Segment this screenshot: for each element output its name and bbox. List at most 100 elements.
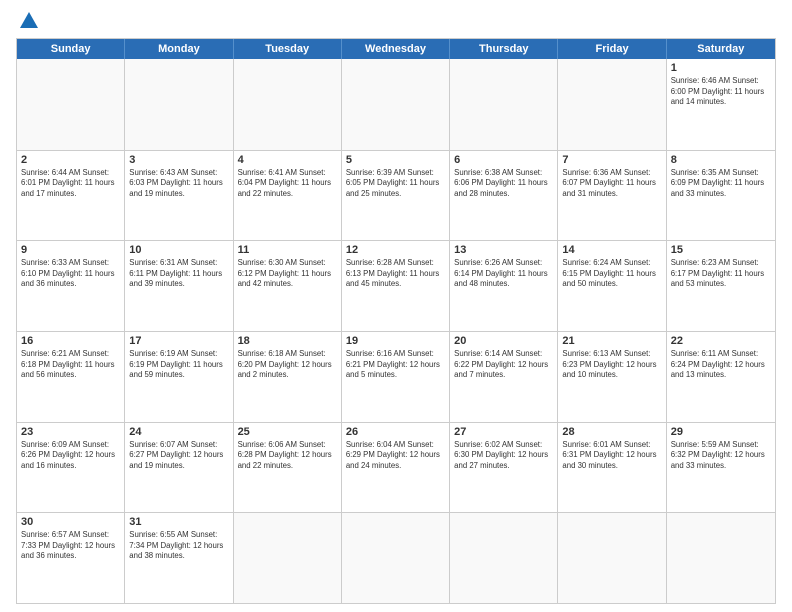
day-number: 9: [21, 244, 120, 256]
day-info: Sunrise: 6:57 AM Sunset: 7:33 PM Dayligh…: [21, 530, 120, 562]
day-number: 27: [454, 426, 553, 438]
day-number: 17: [129, 335, 228, 347]
day-number: 8: [671, 154, 771, 166]
calendar-cell-5-6: [667, 513, 775, 603]
day-number: 26: [346, 426, 445, 438]
weekday-header-wednesday: Wednesday: [342, 39, 450, 59]
day-number: 30: [21, 516, 120, 528]
day-info: Sunrise: 6:30 AM Sunset: 6:12 PM Dayligh…: [238, 258, 337, 290]
day-number: 13: [454, 244, 553, 256]
calendar-cell-0-1: [125, 59, 233, 150]
calendar-cell-2-1: 10 Sunrise: 6:31 AM Sunset: 6:11 PM Dayli…: [125, 241, 233, 331]
day-info: Sunrise: 6:35 AM Sunset: 6:09 PM Dayligh…: [671, 168, 771, 200]
day-number: 29: [671, 426, 771, 438]
calendar-cell-2-3: 12Sunrise: 6:28 AM Sunset: 6:13 PM Dayli…: [342, 241, 450, 331]
day-info: Sunrise: 6:09 AM Sunset: 6:26 PM Dayligh…: [21, 440, 120, 472]
calendar-cell-0-6: 1 Sunrise: 6:46 AM Sunset: 6:00 PM Daylig…: [667, 59, 775, 150]
day-info: Sunrise: 6:18 AM Sunset: 6:20 PM Dayligh…: [238, 349, 337, 381]
calendar-cell-3-3: 19Sunrise: 6:16 AM Sunset: 6:21 PM Dayli…: [342, 332, 450, 422]
logo: [16, 12, 38, 30]
day-number: 11: [238, 244, 337, 256]
day-info: Sunrise: 6:11 AM Sunset: 6:24 PM Dayligh…: [671, 349, 771, 381]
day-info: Sunrise: 6:13 AM Sunset: 6:23 PM Dayligh…: [562, 349, 661, 381]
calendar-row-5: 30 Sunrise: 6:57 AM Sunset: 7:33 PM Dayli…: [17, 512, 775, 603]
calendar-row-2: 9 Sunrise: 6:33 AM Sunset: 6:10 PM Daylig…: [17, 240, 775, 331]
weekday-header-tuesday: Tuesday: [234, 39, 342, 59]
day-info: Sunrise: 6:01 AM Sunset: 6:31 PM Dayligh…: [562, 440, 661, 472]
day-info: Sunrise: 6:36 AM Sunset: 6:07 PM Dayligh…: [562, 168, 661, 200]
weekday-header-sunday: Sunday: [17, 39, 125, 59]
day-info: Sunrise: 6:33 AM Sunset: 6:10 PM Dayligh…: [21, 258, 120, 290]
day-info: Sunrise: 6:43 AM Sunset: 6:03 PM Dayligh…: [129, 168, 228, 200]
day-info: Sunrise: 6:24 AM Sunset: 6:15 PM Dayligh…: [562, 258, 661, 290]
weekday-header-thursday: Thursday: [450, 39, 558, 59]
logo-triangle-icon: [20, 12, 38, 28]
day-number: 1: [671, 62, 771, 74]
day-info: Sunrise: 6:46 AM Sunset: 6:00 PM Dayligh…: [671, 76, 771, 108]
day-info: Sunrise: 6:26 AM Sunset: 6:14 PM Dayligh…: [454, 258, 553, 290]
calendar-cell-2-2: 11 Sunrise: 6:30 AM Sunset: 6:12 PM Dayli…: [234, 241, 342, 331]
calendar-cell-0-5: [558, 59, 666, 150]
day-info: Sunrise: 5:59 AM Sunset: 6:32 PM Dayligh…: [671, 440, 771, 472]
calendar-cell-1-2: 4 Sunrise: 6:41 AM Sunset: 6:04 PM Daylig…: [234, 151, 342, 241]
day-number: 6: [454, 154, 553, 166]
calendar-cell-4-4: 27Sunrise: 6:02 AM Sunset: 6:30 PM Dayli…: [450, 423, 558, 513]
day-number: 7: [562, 154, 661, 166]
day-number: 15: [671, 244, 771, 256]
day-number: 18: [238, 335, 337, 347]
calendar-cell-3-2: 18 Sunrise: 6:18 AM Sunset: 6:20 PM Dayli…: [234, 332, 342, 422]
calendar-cell-1-6: 8 Sunrise: 6:35 AM Sunset: 6:09 PM Daylig…: [667, 151, 775, 241]
weekday-header-friday: Friday: [558, 39, 666, 59]
calendar-cell-1-5: 7 Sunrise: 6:36 AM Sunset: 6:07 PM Daylig…: [558, 151, 666, 241]
day-info: Sunrise: 6:14 AM Sunset: 6:22 PM Dayligh…: [454, 349, 553, 381]
day-number: 4: [238, 154, 337, 166]
calendar-cell-2-6: 15Sunrise: 6:23 AM Sunset: 6:17 PM Dayli…: [667, 241, 775, 331]
calendar-cell-1-1: 3 Sunrise: 6:43 AM Sunset: 6:03 PM Daylig…: [125, 151, 233, 241]
calendar-body: 1 Sunrise: 6:46 AM Sunset: 6:00 PM Daylig…: [17, 59, 775, 603]
day-number: 23: [21, 426, 120, 438]
day-info: Sunrise: 6:19 AM Sunset: 6:19 PM Dayligh…: [129, 349, 228, 381]
page: SundayMondayTuesdayWednesdayThursdayFrid…: [0, 0, 792, 612]
calendar-cell-5-5: [558, 513, 666, 603]
day-number: 12: [346, 244, 445, 256]
calendar-cell-2-0: 9 Sunrise: 6:33 AM Sunset: 6:10 PM Daylig…: [17, 241, 125, 331]
calendar-header: SundayMondayTuesdayWednesdayThursdayFrid…: [17, 39, 775, 59]
calendar-cell-4-1: 24Sunrise: 6:07 AM Sunset: 6:27 PM Dayli…: [125, 423, 233, 513]
day-number: 10: [129, 244, 228, 256]
calendar-cell-4-5: 28 Sunrise: 6:01 AM Sunset: 6:31 PM Dayli…: [558, 423, 666, 513]
calendar-cell-1-0: 2Sunrise: 6:44 AM Sunset: 6:01 PM Daylig…: [17, 151, 125, 241]
calendar-cell-3-5: 21 Sunrise: 6:13 AM Sunset: 6:23 PM Dayli…: [558, 332, 666, 422]
day-number: 19: [346, 335, 445, 347]
day-number: 2: [21, 154, 120, 166]
calendar-cell-1-3: 5Sunrise: 6:39 AM Sunset: 6:05 PM Daylig…: [342, 151, 450, 241]
calendar-cell-0-4: [450, 59, 558, 150]
day-number: 25: [238, 426, 337, 438]
day-info: Sunrise: 6:38 AM Sunset: 6:06 PM Dayligh…: [454, 168, 553, 200]
calendar-cell-5-4: [450, 513, 558, 603]
day-info: Sunrise: 6:06 AM Sunset: 6:28 PM Dayligh…: [238, 440, 337, 472]
day-number: 28: [562, 426, 661, 438]
day-number: 31: [129, 516, 228, 528]
day-info: Sunrise: 6:39 AM Sunset: 6:05 PM Dayligh…: [346, 168, 445, 200]
calendar-cell-4-2: 25 Sunrise: 6:06 AM Sunset: 6:28 PM Dayli…: [234, 423, 342, 513]
calendar-cell-3-4: 20 Sunrise: 6:14 AM Sunset: 6:22 PM Dayli…: [450, 332, 558, 422]
day-info: Sunrise: 6:07 AM Sunset: 6:27 PM Dayligh…: [129, 440, 228, 472]
day-info: Sunrise: 6:41 AM Sunset: 6:04 PM Dayligh…: [238, 168, 337, 200]
day-number: 3: [129, 154, 228, 166]
day-info: Sunrise: 6:04 AM Sunset: 6:29 PM Dayligh…: [346, 440, 445, 472]
calendar-cell-4-0: 23 Sunrise: 6:09 AM Sunset: 6:26 PM Dayli…: [17, 423, 125, 513]
calendar: SundayMondayTuesdayWednesdayThursdayFrid…: [16, 38, 776, 604]
calendar-cell-1-4: 6 Sunrise: 6:38 AM Sunset: 6:06 PM Daylig…: [450, 151, 558, 241]
calendar-cell-0-3: [342, 59, 450, 150]
calendar-cell-4-3: 26 Sunrise: 6:04 AM Sunset: 6:29 PM Dayli…: [342, 423, 450, 513]
day-info: Sunrise: 6:31 AM Sunset: 6:11 PM Dayligh…: [129, 258, 228, 290]
day-number: 14: [562, 244, 661, 256]
calendar-cell-5-0: 30 Sunrise: 6:57 AM Sunset: 7:33 PM Dayli…: [17, 513, 125, 603]
calendar-cell-3-6: 22Sunrise: 6:11 AM Sunset: 6:24 PM Dayli…: [667, 332, 775, 422]
calendar-cell-2-4: 13 Sunrise: 6:26 AM Sunset: 6:14 PM Dayli…: [450, 241, 558, 331]
weekday-header-monday: Monday: [125, 39, 233, 59]
calendar-cell-5-3: [342, 513, 450, 603]
day-number: 21: [562, 335, 661, 347]
day-number: 20: [454, 335, 553, 347]
calendar-cell-4-6: 29 Sunrise: 5:59 AM Sunset: 6:32 PM Dayli…: [667, 423, 775, 513]
